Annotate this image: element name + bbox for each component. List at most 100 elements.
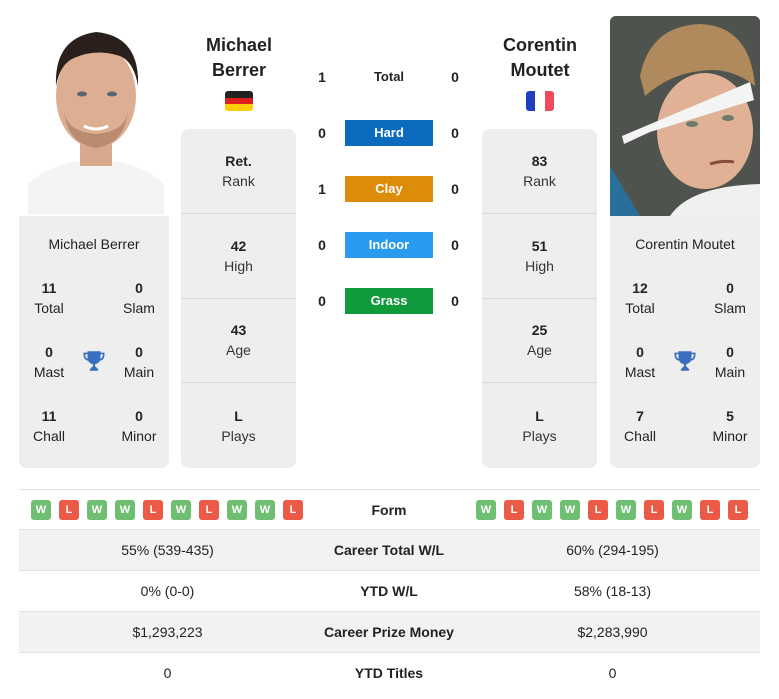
player-left-full-name: Michael Berrer (48, 236, 140, 252)
stat-right-value: 0 (608, 665, 617, 681)
titles-mast: 0 Mast (610, 342, 670, 406)
stat-label: Career Prize Money (324, 624, 454, 640)
info-rank: Ret. Rank (181, 129, 296, 214)
titles-slam-label: Slam (123, 300, 155, 316)
info-high: 51 High (482, 214, 597, 299)
info-value: Ret. (225, 152, 252, 169)
info-age: 25 Age (482, 299, 597, 384)
player-left-last-name: Berrer (211, 60, 267, 80)
h2h-hard: 0 Hard 0 (310, 120, 470, 146)
info-plays: L Plays (482, 383, 597, 468)
stat-label: YTD W/L (360, 583, 418, 599)
player-right-full-name: Corentin Moutet (635, 236, 735, 252)
form-label: Form (371, 502, 407, 518)
titles-mast-label: Mast (33, 364, 65, 380)
titles-chall-label: Chall (33, 428, 65, 444)
info-plays: L Plays (181, 383, 296, 468)
surface-grass-badge: Grass (345, 288, 433, 314)
form-badge: W (171, 500, 191, 520)
h2h-indoor: 0 Indoor 0 (310, 232, 470, 258)
h2h-left-count: 0 (318, 237, 326, 253)
stat-left-value: 0% (0-0) (140, 583, 195, 599)
info-value: 83 (531, 152, 548, 169)
titles-total: 12 Total (610, 278, 670, 342)
flag-stripe (225, 91, 253, 98)
titles-total-label: Total (34, 300, 64, 316)
titles-minor-value: 5 (726, 408, 734, 424)
stat-left-value: $1,293,223 (132, 624, 203, 640)
titles-chall: 11 Chall (19, 406, 79, 470)
info-label: Rank (523, 172, 556, 189)
form-badge: W (115, 500, 135, 520)
h2h-right-count: 0 (451, 69, 459, 85)
info-value: 43 (230, 322, 247, 339)
h2h-left-count: 0 (318, 125, 326, 141)
titles-slam-label: Slam (714, 300, 746, 316)
flag-stripe (225, 97, 253, 105)
titles-slam: 0 Slam (700, 278, 760, 342)
player-right-name[interactable]: Corentin Moutet (475, 33, 605, 83)
player-right-last-name: Moutet (510, 60, 570, 80)
titles-chall-value: 11 (41, 408, 57, 424)
info-value: L (535, 407, 544, 424)
surface-clay-badge: Clay (345, 176, 433, 202)
info-value: 42 (230, 237, 247, 254)
player-right-form: W L W W L W L W L L (476, 500, 748, 520)
stat-row-ytd-wl: 0% (0-0) YTD W/L 58% (18-13) (19, 571, 760, 612)
titles-main: 0 Main (109, 342, 169, 406)
titles-total: 11 Total (19, 278, 79, 342)
player-left-portrait (28, 16, 164, 214)
form-badge: L (504, 500, 524, 520)
trophy-icon (83, 351, 105, 371)
stat-right-value: $2,283,990 (577, 624, 648, 640)
titles-main-label: Main (123, 364, 155, 380)
h2h-right-count: 0 (451, 293, 459, 309)
titles-minor-label: Minor (712, 428, 748, 444)
form-badge: W (31, 500, 51, 520)
form-badge: W (560, 500, 580, 520)
player-right-titles: Corentin Moutet 12 Total 0 Slam 0 Mast 0… (610, 216, 760, 468)
info-value: 51 (531, 237, 548, 254)
info-label: High (525, 257, 554, 274)
player-right-first-name: Corentin (503, 35, 577, 55)
form-badge: W (616, 500, 636, 520)
form-badge: W (227, 500, 247, 520)
form-badge: W (476, 500, 496, 520)
form-badge: W (255, 500, 275, 520)
stat-label: YTD Titles (354, 665, 424, 681)
stat-row-prize-money: $1,293,223 Career Prize Money $2,283,990 (19, 612, 760, 653)
h2h-total-label: Total (373, 69, 405, 84)
form-badge: L (644, 500, 664, 520)
stat-right-value: 60% (294-195) (566, 542, 659, 558)
player-left-form: W L W W L W L W W L (31, 500, 303, 520)
player-left-photo (28, 16, 164, 214)
info-value: L (234, 407, 243, 424)
titles-minor: 0 Minor (109, 406, 169, 470)
info-label: Plays (221, 427, 256, 444)
h2h-total: 1 Total 0 (310, 64, 470, 90)
titles-slam-value: 0 (726, 280, 734, 296)
titles-mast-value: 0 (45, 344, 53, 360)
titles-mast-label: Mast (624, 364, 656, 380)
info-high: 42 High (181, 214, 296, 299)
h2h-left-count: 1 (318, 181, 326, 197)
titles-chall-label: Chall (624, 428, 656, 444)
h2h-clay: 1 Clay 0 (310, 176, 470, 202)
stat-label: Career Total W/L (333, 542, 445, 558)
flag-stripe (526, 91, 536, 111)
titles-total-value: 12 (632, 280, 648, 296)
h2h-left-count: 0 (318, 293, 326, 309)
player-left-name[interactable]: Michael Berrer (174, 33, 304, 83)
h2h-right-count: 0 (451, 237, 459, 253)
titles-minor: 5 Minor (700, 406, 760, 470)
h2h-right-count: 0 (451, 125, 459, 141)
h2h-grass: 0 Grass 0 (310, 288, 470, 314)
titles-mast-value: 0 (636, 344, 644, 360)
form-badge: L (143, 500, 163, 520)
info-age: 43 Age (181, 299, 296, 384)
form-badge: W (532, 500, 552, 520)
titles-main-value: 0 (135, 344, 143, 360)
form-badge: L (588, 500, 608, 520)
trophy-icon (674, 351, 696, 371)
form-badge: W (87, 500, 107, 520)
